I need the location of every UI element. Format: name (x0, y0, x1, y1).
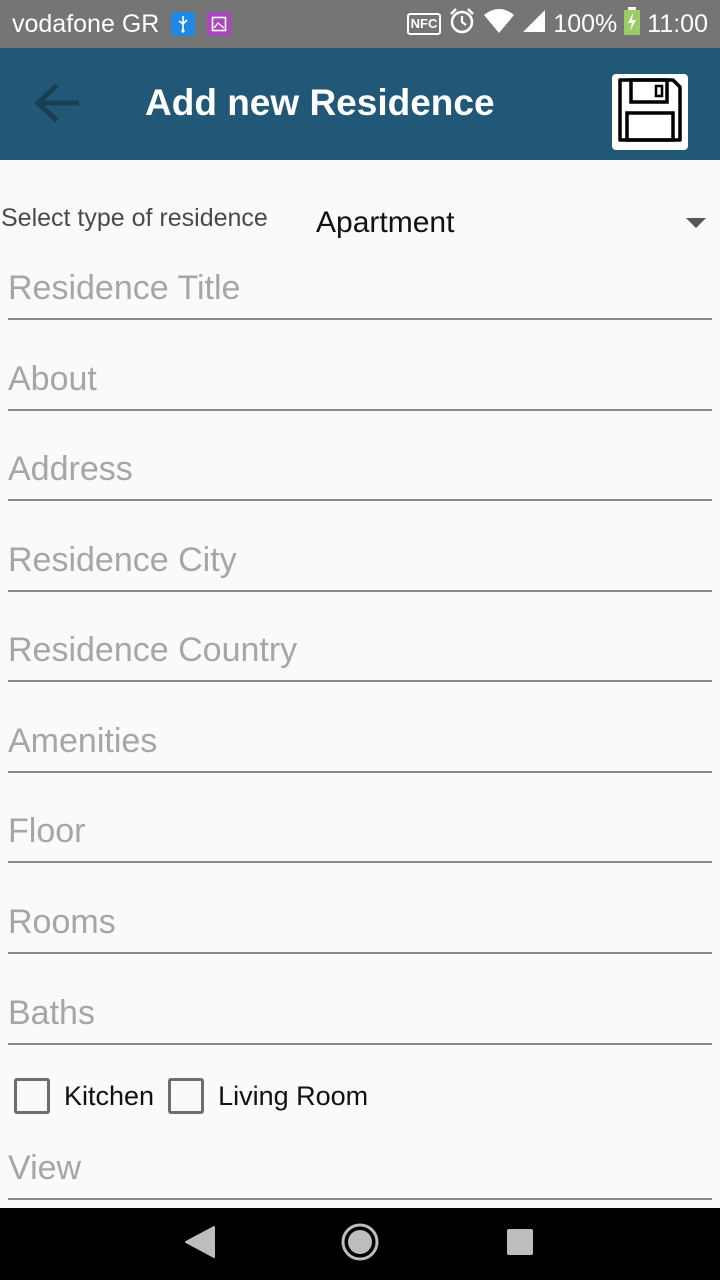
amenities-input[interactable] (8, 719, 712, 763)
room-checkboxes: Kitchen Living Room (14, 1076, 382, 1116)
alarm-icon (447, 6, 477, 43)
checkbox-box[interactable] (168, 1078, 205, 1114)
address-field[interactable] (8, 441, 712, 501)
image-notification-icon (207, 12, 232, 36)
square-recents-icon (505, 1227, 535, 1262)
status-bar: vodafone GR NFC 100% 11:00 (0, 0, 720, 48)
floor-field[interactable] (8, 803, 712, 863)
nav-home-button[interactable] (336, 1220, 384, 1268)
baths-field[interactable] (8, 985, 712, 1045)
residence-title-field[interactable] (8, 260, 712, 320)
residence-type-row: Select type of residence Apartment (0, 196, 720, 256)
about-input[interactable] (8, 357, 712, 401)
rooms-input[interactable] (8, 900, 712, 944)
battery-percent: 100% (553, 9, 618, 38)
wifi-icon (483, 8, 515, 41)
residence-type-value: Apartment (316, 206, 455, 239)
residence-type-dropdown[interactable]: Apartment (300, 196, 720, 252)
battery-charging-icon (623, 6, 641, 42)
nav-back-button[interactable] (176, 1222, 224, 1266)
amenities-field[interactable] (8, 713, 712, 773)
arrow-left-icon (33, 82, 80, 128)
nav-recents-button[interactable] (496, 1222, 544, 1266)
rooms-field[interactable] (8, 894, 712, 954)
clock-time: 11:00 (647, 9, 708, 38)
back-button[interactable] (26, 80, 86, 130)
status-left: vodafone GR (12, 9, 232, 39)
residence-title-input[interactable] (8, 266, 712, 310)
about-field[interactable] (8, 351, 712, 411)
address-input[interactable] (8, 447, 712, 491)
kitchen-checkbox[interactable]: Kitchen (14, 1078, 154, 1114)
carrier-name: vodafone GR (12, 9, 160, 38)
residence-city-input[interactable] (8, 538, 712, 582)
kitchen-label: Kitchen (64, 1080, 155, 1111)
save-button[interactable] (612, 74, 688, 150)
residence-country-input[interactable] (8, 628, 712, 672)
residence-country-field[interactable] (8, 622, 712, 682)
status-right: NFC 100% 11:00 (406, 6, 708, 43)
floor-input[interactable] (8, 809, 712, 853)
floppy-disk-icon (617, 77, 683, 148)
usb-icon (171, 12, 196, 36)
baths-input[interactable] (8, 991, 712, 1035)
checkbox-box[interactable] (14, 1078, 50, 1114)
triangle-back-icon (184, 1225, 216, 1264)
signal-icon (521, 8, 547, 41)
app-bar: Add new Residence (0, 48, 720, 160)
living-room-checkbox[interactable]: Living Room (168, 1078, 368, 1114)
residence-city-field[interactable] (8, 532, 712, 592)
residence-type-label: Select type of residence (1, 204, 268, 232)
view-field[interactable] (8, 1140, 712, 1200)
page-title: Add new Residence (145, 82, 495, 123)
dropdown-arrow-icon (686, 218, 706, 228)
nfc-icon: NFC (406, 13, 442, 35)
view-input[interactable] (8, 1146, 712, 1190)
system-nav-bar (0, 1208, 720, 1280)
circle-home-icon (340, 1222, 380, 1267)
living-room-label: Living Room (218, 1080, 369, 1111)
